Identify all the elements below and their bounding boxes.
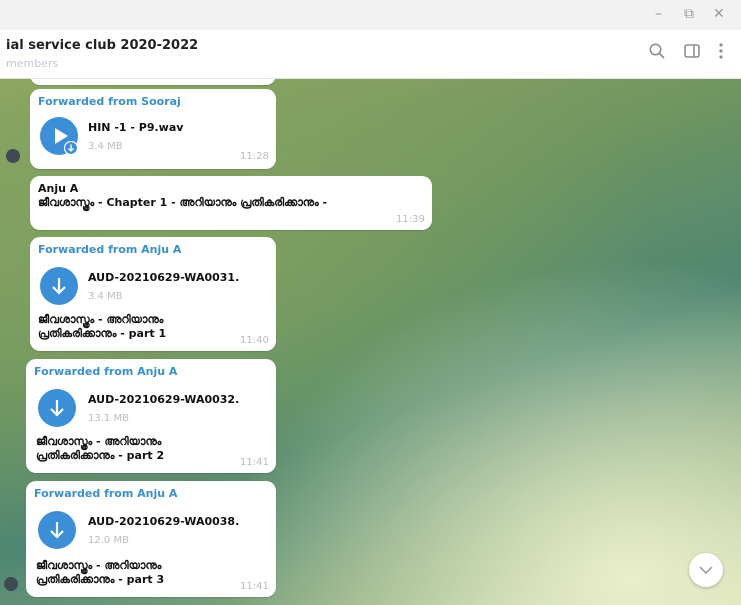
file-size: 3.4 MB (88, 141, 123, 152)
download-icon[interactable] (40, 267, 78, 305)
message-time: 11:41 (240, 457, 269, 468)
message-caption-line-1: ജീവശാസ്ത്രം - അറിയാനും (36, 559, 162, 572)
avatar[interactable] (4, 577, 18, 591)
chevron-down-icon (699, 566, 713, 575)
file-name: AUD-20210629-WA0032. (88, 393, 240, 406)
message-bubble[interactable]: Forwarded from Sooraj HIN -1 - P9.wav 3.… (30, 89, 276, 169)
file-name: HIN -1 - P9.wav (88, 121, 184, 134)
message-caption-line-2: പ്രതികരിക്കാനും - part 2 (36, 449, 165, 462)
message-bubble[interactable]: Forwarded from Anju A AUD-20210629-WA003… (30, 237, 276, 351)
message-time: 11:41 (240, 581, 269, 592)
maximize-button[interactable]: ⧉ (684, 6, 694, 22)
message-caption-line-1: ജീവശാസ്ത്രം - അറിയാനും (36, 435, 162, 448)
search-icon[interactable] (648, 42, 666, 64)
chat-message-list[interactable]: Forwarded from Sooraj HIN -1 - P9.wav 3.… (0, 79, 741, 605)
message-time: 11:28 (240, 151, 269, 162)
play-icon[interactable] (40, 117, 78, 155)
message-bubble-partial[interactable] (30, 79, 276, 85)
file-size: 3.4 MB (88, 291, 123, 302)
file-name: AUD-20210629-WA0031. (88, 271, 240, 284)
file-name: AUD-20210629-WA0038. (88, 515, 240, 528)
forwarded-label[interactable]: Forwarded from Anju A (38, 243, 181, 256)
download-icon[interactable] (38, 511, 76, 549)
forwarded-label[interactable]: Forwarded from Anju A (34, 487, 177, 500)
chat-member-count: members (6, 57, 59, 70)
message-bubble[interactable]: Forwarded from Anju A AUD-20210629-WA003… (26, 359, 276, 473)
minimize-button[interactable]: – (655, 6, 662, 22)
sidebar-toggle-icon[interactable] (683, 42, 701, 64)
forwarded-label[interactable]: Forwarded from Anju A (34, 365, 177, 378)
more-options-icon[interactable] (718, 42, 724, 64)
window-titlebar: – ⧉ ✕ (0, 0, 741, 30)
download-icon[interactable] (38, 389, 76, 427)
message-time: 11:39 (396, 214, 425, 225)
avatar[interactable] (6, 149, 20, 163)
message-text: ജീവശാസ്ത്രം - Chapter 1 - അറിയാനും പ്രതി… (38, 196, 328, 209)
close-button[interactable]: ✕ (713, 6, 725, 22)
file-size: 12.0 MB (88, 535, 129, 546)
message-caption-line-2: പ്രതികരിക്കാനും - part 1 (38, 327, 167, 340)
chat-title: ial service club 2020-2022 (6, 38, 199, 53)
forwarded-label[interactable]: Forwarded from Sooraj (38, 95, 181, 108)
message-bubble[interactable]: Anju A ജീവശാസ്ത്രം - Chapter 1 - അറിയാനു… (30, 176, 432, 230)
chat-header[interactable]: ial service club 2020-2022 members (0, 30, 741, 79)
message-caption-line-2: പ്രതികരിക്കാനും - part 3 (36, 573, 165, 586)
file-size: 13.1 MB (88, 413, 129, 424)
scroll-to-bottom-button[interactable] (689, 553, 723, 587)
message-time: 11:40 (240, 335, 269, 346)
message-bubble[interactable]: Forwarded from Anju A AUD-20210629-WA003… (26, 481, 276, 597)
message-caption-line-1: ജീവശാസ്ത്രം - അറിയാനും (38, 313, 164, 326)
sender-name[interactable]: Anju A (38, 182, 78, 195)
